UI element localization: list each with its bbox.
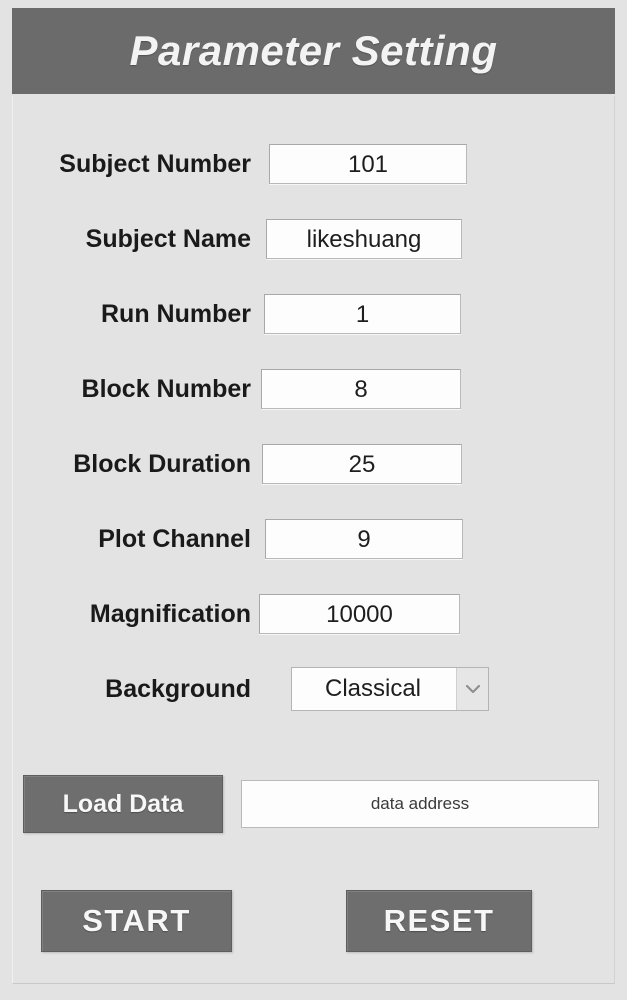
reset-button-label: RESET	[383, 903, 495, 938]
field-input[interactable]: 25	[262, 444, 462, 484]
title-bar: Parameter Setting	[12, 8, 615, 94]
field-row: Block Number 8	[13, 365, 616, 413]
reset-button[interactable]: RESET	[346, 890, 532, 952]
field-label: Block Number	[81, 375, 251, 403]
field-row: Magnification 10000	[13, 590, 616, 638]
background-select-value: Classical	[324, 675, 422, 702]
field-input[interactable]: 101	[269, 144, 467, 184]
field-row-background: Background Classical	[13, 665, 616, 713]
field-row: Plot Channel 9	[13, 515, 616, 563]
field-row: Subject Name likeshuang	[13, 215, 616, 263]
field-row: Subject Number 101	[13, 140, 616, 188]
field-input[interactable]: 10000	[259, 594, 460, 634]
start-button[interactable]: START	[41, 890, 232, 952]
field-input[interactable]: likeshuang	[266, 219, 462, 259]
field-label: Run Number	[101, 300, 251, 328]
field-input[interactable]: 9	[265, 519, 463, 559]
field-label: Magnification	[89, 600, 251, 628]
load-data-button[interactable]: Load Data	[23, 775, 223, 833]
page-title: Parameter Setting	[129, 27, 498, 74]
load-data-button-label: Load Data	[62, 789, 184, 818]
background-select[interactable]: Classical	[291, 667, 489, 711]
field-label: Subject Name	[85, 225, 251, 253]
field-label: Block Duration	[73, 450, 251, 478]
parameter-setting-window: Parameter Setting Subject Number 101 Subje…	[0, 0, 627, 1000]
field-label: Plot Channel	[98, 525, 251, 553]
background-label: Background	[105, 675, 251, 703]
field-input[interactable]: 1	[264, 294, 461, 334]
field-row: Run Number 1	[13, 290, 616, 338]
data-address-input[interactable]: data address	[241, 780, 599, 828]
start-button-label: START	[82, 903, 191, 938]
field-input[interactable]: 8	[261, 369, 461, 409]
parameter-form: Subject Number 101 Subject Name likeshuang R…	[12, 96, 615, 984]
chevron-down-icon	[456, 668, 488, 710]
field-row: Block Duration 25	[13, 440, 616, 488]
data-address-value: data address	[370, 794, 470, 813]
field-label: Subject Number	[59, 150, 251, 178]
